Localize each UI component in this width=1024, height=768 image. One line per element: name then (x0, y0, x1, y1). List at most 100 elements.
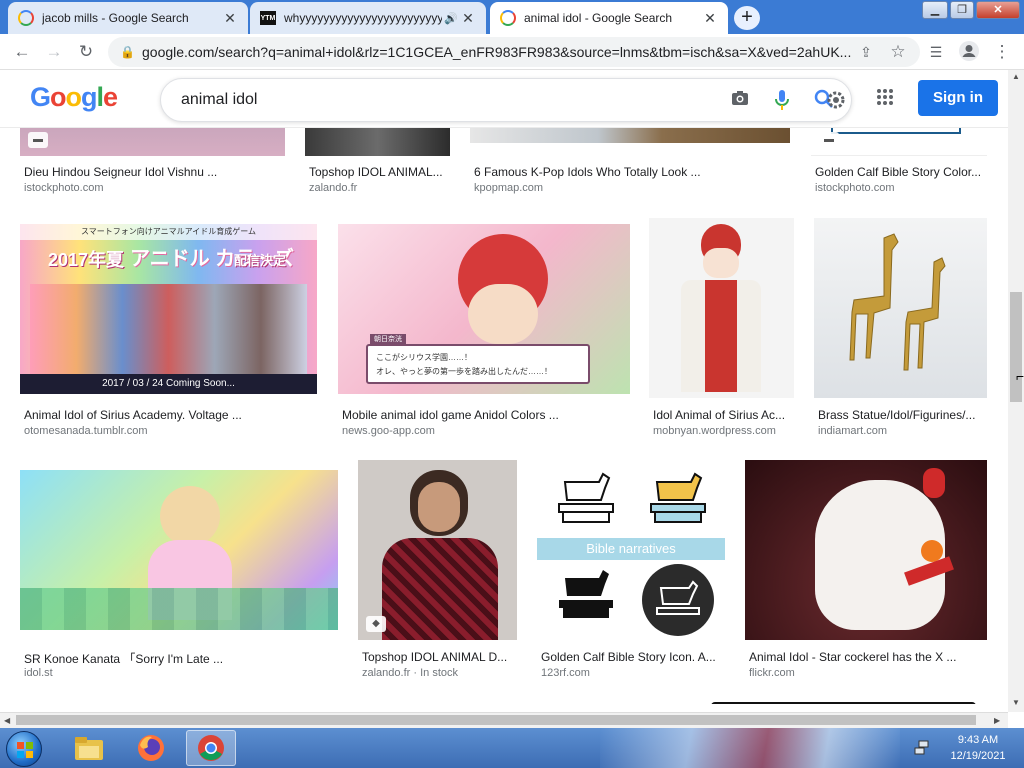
result-source: flickr.com (749, 667, 795, 679)
search-input[interactable]: animal idol (160, 78, 852, 122)
new-tab-button[interactable]: + (734, 6, 760, 30)
horizontal-scrollbar-thumb[interactable] (16, 715, 976, 725)
image-result[interactable]: スマートフォン向けアニマルアイドル育成ゲーム 2017年夏 アニドル カラーズ … (20, 224, 317, 440)
close-icon[interactable]: ✕ (460, 10, 476, 27)
image-result[interactable]: ▬ Golden Calf Bible Story Color... istoc… (811, 128, 987, 208)
result-thumbnail[interactable] (305, 128, 450, 156)
result-caption[interactable]: Mobile animal idol game Anidol Colors ..… (342, 408, 630, 422)
image-result[interactable]: SR Konoe Kanata 「Sorry I'm Late ... idol… (20, 470, 338, 686)
result-thumbnail[interactable] (649, 218, 794, 398)
reload-icon[interactable]: ↻ (74, 40, 98, 64)
minimize-button[interactable]: ▁ (922, 1, 948, 19)
thumbnail-text-line1: ここがシリウス学園……！ (376, 353, 472, 362)
network-icon[interactable] (914, 739, 930, 755)
menu-dots-icon[interactable]: ⋮ (990, 40, 1014, 64)
mouse-cursor-icon: ⌐ (1016, 368, 1024, 384)
result-thumbnail[interactable] (711, 702, 976, 704)
clock-time: 9:43 AM (957, 734, 999, 746)
vertical-scrollbar-thumb[interactable] (1010, 292, 1022, 402)
maximize-button[interactable]: ❐ (950, 1, 974, 19)
result-caption[interactable]: Golden Calf Bible Story Icon. A... (541, 650, 725, 664)
share-icon[interactable]: ⇪ (854, 40, 878, 64)
result-thumbnail[interactable] (814, 218, 987, 398)
youtube-music-icon: YTM (260, 11, 276, 25)
close-icon[interactable]: ✕ (702, 10, 718, 27)
result-caption[interactable]: 6 Famous K-Pop Idols Who Totally Look ..… (474, 165, 790, 179)
google-apps-icon[interactable] (874, 87, 896, 109)
result-source: zalando.fr · In stock (362, 667, 458, 679)
image-result[interactable]: 朝日奈洸 ここがシリウス学園……！ オレ、やっと夢の第一歩を踏み出したんだ……！… (338, 224, 630, 440)
profile-icon[interactable] (957, 40, 981, 64)
reading-list-icon[interactable]: ☰ (924, 40, 948, 64)
result-thumbnail[interactable]: 朝日奈洸 ここがシリウス学園……！ オレ、やっと夢の第一歩を踏み出したんだ……！ (338, 224, 630, 394)
image-result[interactable]: 6 Famous K-Pop Idols Who Totally Look ..… (470, 128, 790, 208)
image-result[interactable] (711, 702, 976, 704)
result-source: kpopmap.com (474, 182, 544, 194)
thumbnail-text-release: 配信決定 (234, 253, 287, 268)
image-result[interactable]: Bible narratives Golden Calf Bible Story… (537, 460, 725, 686)
firefox-icon[interactable] (126, 730, 176, 766)
image-result[interactable]: ▬ Dieu Hindou Seigneur Idol Vishnu ... i… (20, 128, 285, 208)
tab-jacob-mills[interactable]: jacob mills - Google Search ✕ (8, 2, 248, 34)
file-explorer-icon[interactable] (64, 730, 114, 766)
thumbnail-text-date: 2017 / 03 / 24 Coming Soon... (20, 374, 317, 394)
result-caption[interactable]: Animal Idol of Sirius Academy. Voltage .… (24, 408, 316, 422)
result-thumbnail[interactable] (20, 470, 338, 630)
result-thumbnail[interactable]: スマートフォン向けアニマルアイドル育成ゲーム 2017年夏 アニドル カラーズ … (20, 224, 317, 394)
result-caption[interactable]: Brass Statue/Idol/Figurines/... (818, 408, 987, 422)
result-caption[interactable]: Dieu Hindou Seigneur Idol Vishnu ... (24, 165, 284, 179)
image-result[interactable]: Animal Idol - Star cockerel has the X ..… (745, 460, 987, 686)
thumbnail-text-year: 2017年夏 (48, 250, 125, 270)
result-caption[interactable]: SR Konoe Kanata 「Sorry I'm Late ... (24, 650, 338, 667)
scroll-up-icon[interactable]: ▲ (1012, 72, 1020, 81)
result-thumbnail[interactable]: Bible narratives (537, 460, 725, 640)
lock-icon: 🔒 (120, 45, 135, 59)
thumbnail-text-name: 朝日奈洸 (370, 334, 406, 344)
thumbnail-text-line2: オレ、やっと夢の第一歩を踏み出したんだ……！ (376, 367, 552, 376)
close-window-button[interactable]: ✕ (976, 1, 1020, 19)
result-caption[interactable]: Idol Animal of Sirius Ac... (653, 408, 793, 422)
result-source: news.goo-app.com (342, 425, 435, 437)
back-icon[interactable]: ← (10, 40, 34, 64)
image-badge-icon: ▬ (28, 132, 48, 148)
scroll-down-icon[interactable]: ▼ (1012, 698, 1020, 707)
result-thumbnail[interactable] (20, 128, 285, 156)
google-logo[interactable]: Google (30, 82, 118, 113)
image-result[interactable]: Brass Statue/Idol/Figurines/... indiamar… (814, 218, 987, 440)
result-thumbnail[interactable] (745, 460, 987, 640)
microphone-icon[interactable] (771, 89, 793, 111)
tab-title: jacob mills - Google Search (42, 11, 189, 25)
image-result[interactable]: ◆ Topshop IDOL ANIMAL D... zalando.fr · … (358, 460, 517, 686)
result-source: zalando.fr (309, 182, 358, 194)
start-button[interactable] (6, 731, 42, 767)
result-thumbnail[interactable] (470, 128, 790, 143)
tab-animal-idol[interactable]: animal idol - Google Search ✕ (490, 2, 728, 34)
address-bar[interactable]: 🔒 google.com/search?q=animal+idol&rlz=1C… (108, 37, 920, 67)
chrome-icon[interactable] (186, 730, 236, 766)
bookmark-star-icon[interactable]: ☆ (886, 40, 910, 64)
speaker-icon[interactable]: 🔊 (442, 12, 460, 25)
thumbnail-text-top: スマートフォン向けアニマルアイドル育成ゲーム (20, 224, 317, 240)
camera-icon[interactable] (729, 89, 751, 111)
result-caption[interactable]: Topshop IDOL ANIMAL... (309, 165, 449, 179)
google-header: Google animal idol Sign in (0, 70, 1008, 128)
tab-youtube-music[interactable]: YTM whyyyyyyyyyyyyyyyyyyyyyyyy 🔊 ✕ (250, 2, 486, 34)
system-clock[interactable]: 9:43 AM 12/19/2021 (938, 732, 1018, 764)
settings-gear-icon[interactable] (825, 89, 847, 111)
tab-title: whyyyyyyyyyyyyyyyyyyyyyyyy (284, 11, 442, 25)
close-icon[interactable]: ✕ (222, 10, 238, 27)
sign-in-button[interactable]: Sign in (918, 80, 998, 116)
image-result[interactable]: Idol Animal of Sirius Ac... mobnyan.word… (649, 218, 794, 440)
browser-toolbar: ← → ↻ 🔒 google.com/search?q=animal+idol&… (0, 34, 1024, 70)
result-thumbnail[interactable] (358, 460, 517, 640)
result-caption[interactable]: Golden Calf Bible Story Color... (815, 165, 987, 179)
image-result[interactable]: Topshop IDOL ANIMAL... zalando.fr (305, 128, 450, 208)
google-icon (18, 10, 34, 26)
result-caption[interactable]: Animal Idol - Star cockerel has the X ..… (749, 650, 987, 664)
result-source: istockphoto.com (24, 182, 104, 194)
scroll-right-icon[interactable]: ▶ (994, 716, 1000, 725)
scroll-left-icon[interactable]: ◀ (4, 716, 10, 725)
result-source: istockphoto.com (815, 182, 895, 194)
result-caption[interactable]: Topshop IDOL ANIMAL D... (362, 650, 517, 664)
forward-icon[interactable]: → (42, 40, 66, 64)
